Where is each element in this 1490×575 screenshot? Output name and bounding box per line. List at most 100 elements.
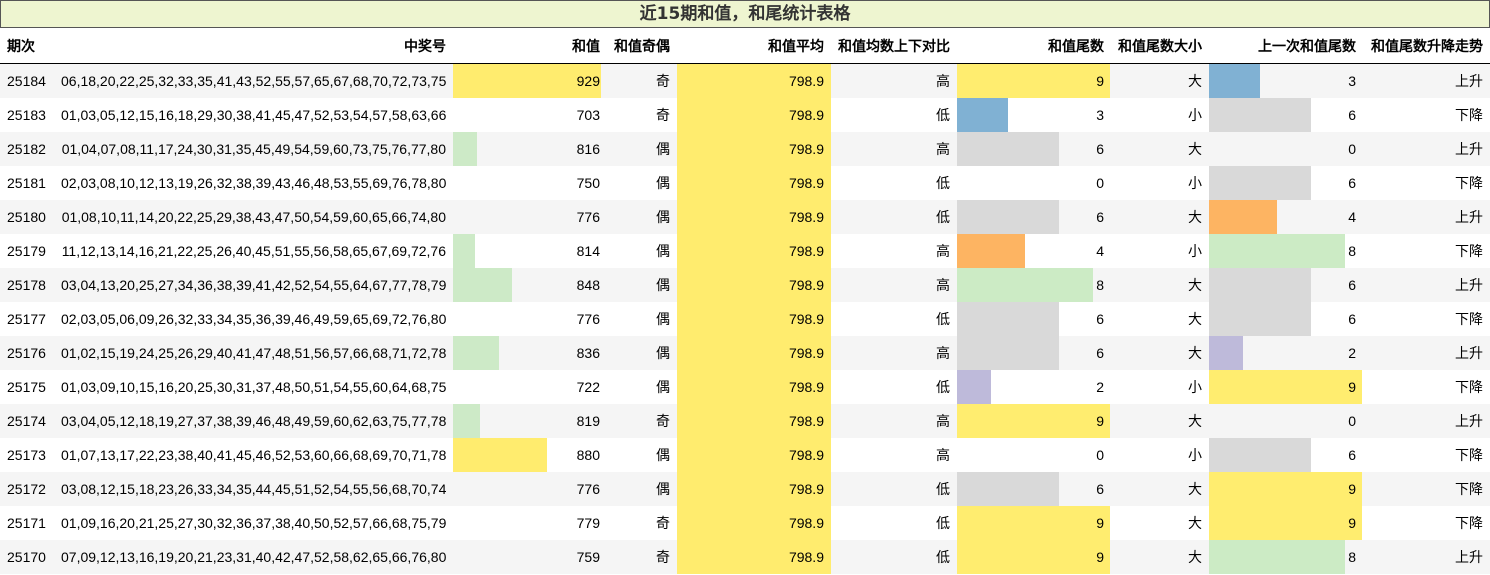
parity-cell: 偶 bbox=[607, 370, 677, 404]
sum-cell-value: 776 bbox=[576, 481, 600, 497]
tail-cell: 9 bbox=[957, 63, 1111, 98]
tail-cell: 4 bbox=[957, 234, 1111, 268]
numbers-cell: 02,03,05,06,09,26,32,33,34,35,36,39,46,4… bbox=[54, 302, 453, 336]
tail-size-cell: 小 bbox=[1111, 438, 1209, 472]
parity-cell: 偶 bbox=[607, 438, 677, 472]
col-header-prev-tail: 上一次和值尾数 bbox=[1209, 28, 1363, 64]
table-body: 25184 06,18,20,22,25,32,33,35,41,43,52,55… bbox=[0, 63, 1490, 574]
avg-cell-value: 798.9 bbox=[788, 277, 824, 293]
parity-cell: 偶 bbox=[607, 302, 677, 336]
vs-avg-cell: 高 bbox=[831, 132, 957, 166]
sum-cell-value: 776 bbox=[576, 209, 600, 225]
numbers-cell: 03,04,05,12,18,19,27,37,38,39,46,48,49,5… bbox=[54, 404, 453, 438]
tail-size-cell: 大 bbox=[1111, 63, 1209, 98]
avg-cell: 798.9 bbox=[677, 404, 831, 438]
avg-cell-value: 798.9 bbox=[788, 175, 824, 191]
numbers-cell: 01,02,15,19,24,25,26,29,40,41,47,48,51,5… bbox=[54, 336, 453, 370]
prev-tail-cell: 6 bbox=[1209, 438, 1363, 472]
parity-cell: 偶 bbox=[607, 472, 677, 506]
sum-cell: 759 bbox=[453, 540, 607, 574]
trend-cell: 下降 bbox=[1363, 472, 1490, 506]
tail-size-cell: 大 bbox=[1111, 132, 1209, 166]
tail-cell-value: 6 bbox=[1096, 209, 1104, 225]
numbers-cell: 11,12,13,14,16,21,22,25,26,40,45,51,55,5… bbox=[54, 234, 453, 268]
col-header-avg: 和值平均 bbox=[677, 28, 831, 64]
prev-tail-cell-value: 6 bbox=[1348, 175, 1356, 191]
trend-cell: 下降 bbox=[1363, 438, 1490, 472]
col-header-tail-size: 和值尾数大小 bbox=[1111, 28, 1209, 64]
tail-size-cell: 大 bbox=[1111, 540, 1209, 574]
parity-cell: 奇 bbox=[607, 540, 677, 574]
sum-cell: 703 bbox=[453, 98, 607, 132]
sum-cell-value: 814 bbox=[576, 243, 600, 259]
sum-cell: 836 bbox=[453, 336, 607, 370]
vs-avg-cell: 低 bbox=[831, 472, 957, 506]
table-row: 25181 02,03,08,10,12,13,19,26,32,38,39,43… bbox=[0, 166, 1490, 200]
prev-tail-cell-value: 9 bbox=[1348, 515, 1356, 531]
numbers-cell: 07,09,12,13,16,19,20,21,23,31,40,42,47,5… bbox=[54, 540, 453, 574]
prev-tail-cell: 8 bbox=[1209, 540, 1363, 574]
trend-cell: 上升 bbox=[1363, 404, 1490, 438]
parity-cell: 偶 bbox=[607, 234, 677, 268]
trend-cell: 下降 bbox=[1363, 234, 1490, 268]
sum-cell: 779 bbox=[453, 506, 607, 540]
tail-cell-value: 2 bbox=[1096, 379, 1104, 395]
table-row: 25171 01,09,16,20,21,25,27,30,32,36,37,38… bbox=[0, 506, 1490, 540]
trend-cell: 上升 bbox=[1363, 540, 1490, 574]
numbers-cell: 03,08,12,15,18,23,26,33,34,35,44,45,51,5… bbox=[54, 472, 453, 506]
prev-tail-cell: 9 bbox=[1209, 506, 1363, 540]
prev-tail-cell-value: 6 bbox=[1348, 107, 1356, 123]
sum-cell-value: 779 bbox=[576, 515, 600, 531]
numbers-cell: 01,03,05,12,15,16,18,29,30,38,41,45,47,5… bbox=[54, 98, 453, 132]
avg-cell: 798.9 bbox=[677, 506, 831, 540]
sum-cell-value: 816 bbox=[576, 141, 600, 157]
avg-cell-value: 798.9 bbox=[788, 73, 824, 89]
parity-cell: 奇 bbox=[607, 63, 677, 98]
col-header-issue: 期次 bbox=[0, 28, 54, 64]
sum-cell: 929 bbox=[453, 63, 607, 98]
prev-tail-cell: 3 bbox=[1209, 63, 1363, 98]
table-row: 25183 01,03,05,12,15,16,18,29,30,38,41,45… bbox=[0, 98, 1490, 132]
prev-tail-cell: 0 bbox=[1209, 132, 1363, 166]
table-row: 25176 01,02,15,19,24,25,26,29,40,41,47,48… bbox=[0, 336, 1490, 370]
issue-cell: 25184 bbox=[0, 63, 54, 98]
vs-avg-cell: 低 bbox=[831, 370, 957, 404]
sum-cell-value: 703 bbox=[576, 107, 600, 123]
avg-cell: 798.9 bbox=[677, 200, 831, 234]
prev-tail-cell: 6 bbox=[1209, 98, 1363, 132]
prev-tail-cell-value: 9 bbox=[1348, 481, 1356, 497]
prev-tail-cell-value: 2 bbox=[1348, 345, 1356, 361]
tail-size-cell: 小 bbox=[1111, 166, 1209, 200]
avg-cell: 798.9 bbox=[677, 472, 831, 506]
col-header-parity: 和值奇偶 bbox=[607, 28, 677, 64]
sum-cell: 750 bbox=[453, 166, 607, 200]
sum-cell-value: 836 bbox=[576, 345, 600, 361]
sum-cell-value: 848 bbox=[576, 277, 600, 293]
tail-size-cell: 大 bbox=[1111, 472, 1209, 506]
vs-avg-cell: 高 bbox=[831, 438, 957, 472]
sum-cell-value: 759 bbox=[576, 549, 600, 565]
vs-avg-cell: 高 bbox=[831, 63, 957, 98]
tail-cell-value: 9 bbox=[1096, 413, 1104, 429]
avg-cell-value: 798.9 bbox=[788, 413, 824, 429]
trend-cell: 下降 bbox=[1363, 166, 1490, 200]
avg-cell-value: 798.9 bbox=[788, 107, 824, 123]
issue-cell: 25178 bbox=[0, 268, 54, 302]
tail-cell: 6 bbox=[957, 200, 1111, 234]
tail-size-cell: 大 bbox=[1111, 268, 1209, 302]
tail-cell: 6 bbox=[957, 472, 1111, 506]
table-row: 25170 07,09,12,13,16,19,20,21,23,31,40,42… bbox=[0, 540, 1490, 574]
tail-cell: 9 bbox=[957, 404, 1111, 438]
issue-cell: 25170 bbox=[0, 540, 54, 574]
prev-tail-cell: 0 bbox=[1209, 404, 1363, 438]
trend-cell: 上升 bbox=[1363, 336, 1490, 370]
avg-cell-value: 798.9 bbox=[788, 311, 824, 327]
tail-cell-value: 6 bbox=[1096, 345, 1104, 361]
sum-cell-value: 880 bbox=[576, 447, 600, 463]
prev-tail-cell: 6 bbox=[1209, 302, 1363, 336]
trend-cell: 上升 bbox=[1363, 268, 1490, 302]
vs-avg-cell: 低 bbox=[831, 98, 957, 132]
prev-tail-cell-value: 0 bbox=[1348, 413, 1356, 429]
avg-cell-value: 798.9 bbox=[788, 141, 824, 157]
numbers-cell: 01,08,10,11,14,20,22,25,29,38,43,47,50,5… bbox=[54, 200, 453, 234]
